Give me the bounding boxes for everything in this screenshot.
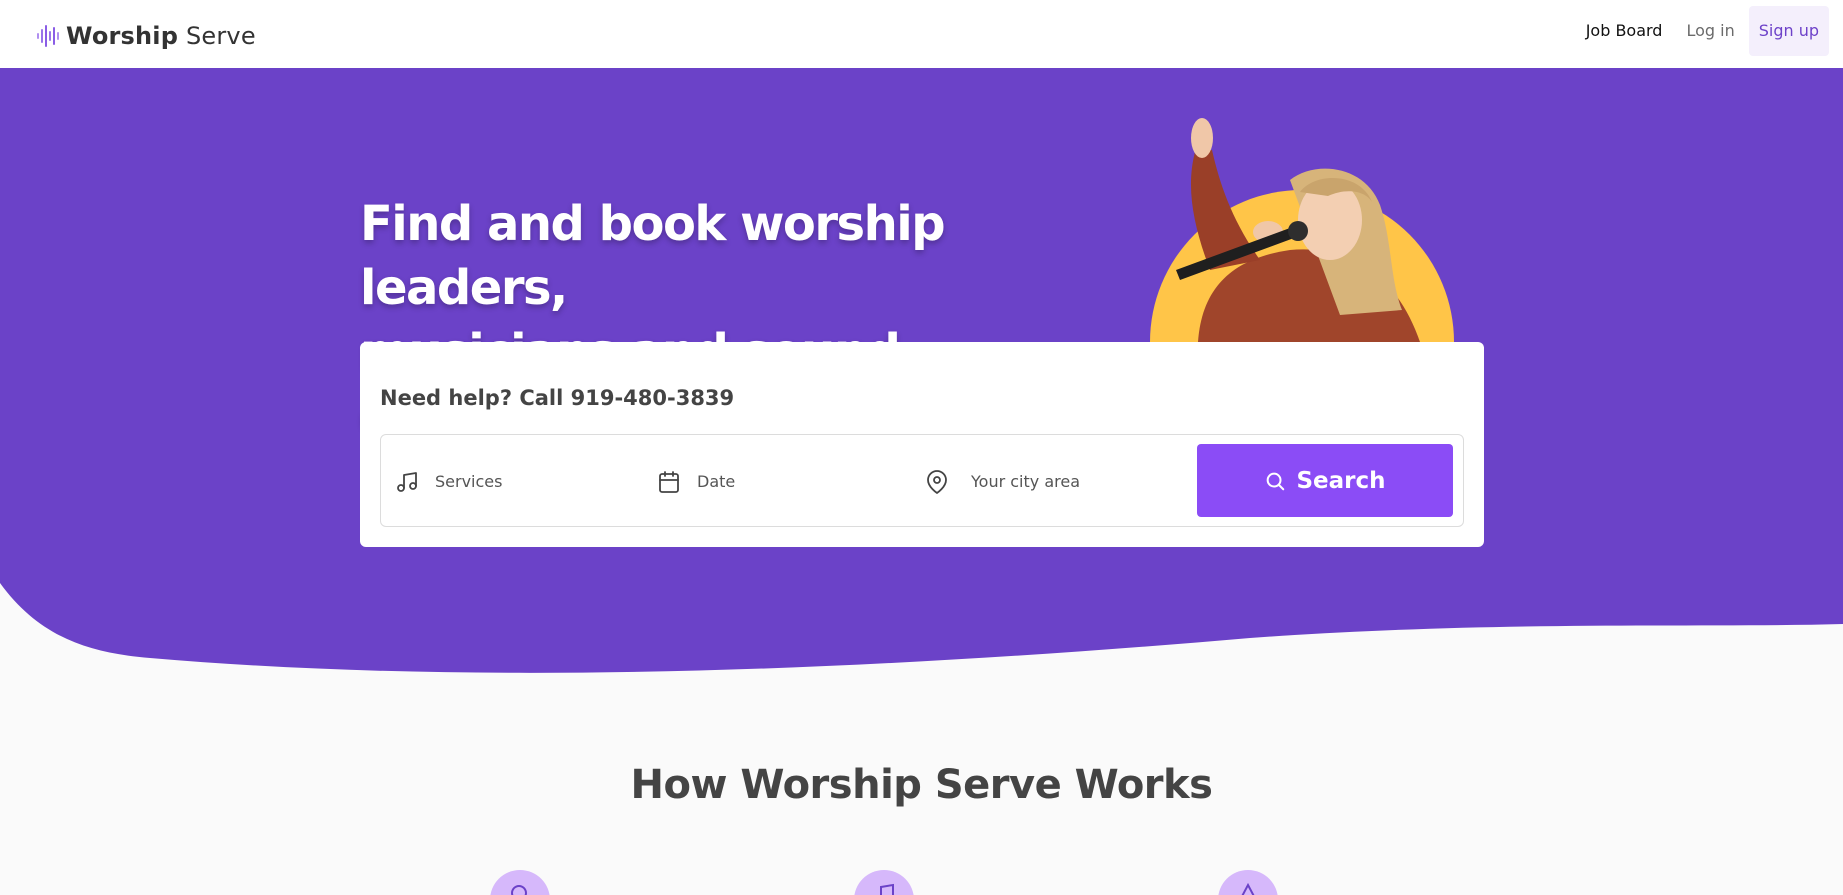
how-it-works-title: How Worship Serve Works — [630, 762, 1213, 808]
nav-signup-button[interactable]: Sign up — [1748, 6, 1829, 56]
search-icon — [1267, 472, 1285, 490]
search-icon — [511, 885, 527, 895]
services-placeholder: Services — [435, 472, 503, 491]
calendar-icon — [659, 470, 679, 493]
services-field[interactable]: Services — [395, 435, 645, 528]
help-phone-text: Need help? Call 919-480-3839 — [380, 386, 735, 410]
city-field[interactable]: Your city area — [925, 435, 1175, 528]
search-bar: Services Date Your city area Search — [380, 434, 1464, 527]
headline-line-1: Find and book worship leaders, — [360, 196, 946, 316]
triangle-icon — [1241, 882, 1255, 895]
search-card: Need help? Call 919-480-3839 Services Da… — [360, 342, 1484, 547]
singer-illustration — [1150, 118, 1454, 342]
map-pin-icon — [927, 469, 947, 494]
music-note-icon — [397, 471, 417, 492]
nav-links: Job Board Log in Sign up — [1576, 6, 1829, 56]
logo-text-light: Serve — [185, 22, 256, 50]
logo-text: Worship Serve — [66, 22, 256, 50]
search-button-label: Search — [1296, 467, 1386, 494]
date-placeholder: Date — [697, 472, 736, 491]
search-button[interactable]: Search — [1197, 444, 1453, 517]
top-navbar: Worship Serve Job Board Log in Sign up — [0, 0, 1843, 68]
step-2-icon-circle — [854, 870, 914, 895]
music-note-icon — [880, 883, 894, 895]
nav-login-link[interactable]: Log in — [1676, 6, 1744, 56]
logo[interactable]: Worship Serve — [36, 22, 256, 50]
city-placeholder: Your city area — [971, 472, 1080, 491]
step-3-icon-circle — [1218, 870, 1278, 895]
sound-wave-icon — [37, 25, 59, 47]
step-1-icon-circle — [490, 870, 550, 895]
nav-job-board-link[interactable]: Job Board — [1576, 6, 1673, 56]
date-field[interactable]: Date — [657, 435, 907, 528]
logo-text-bold: Worship — [66, 22, 179, 50]
